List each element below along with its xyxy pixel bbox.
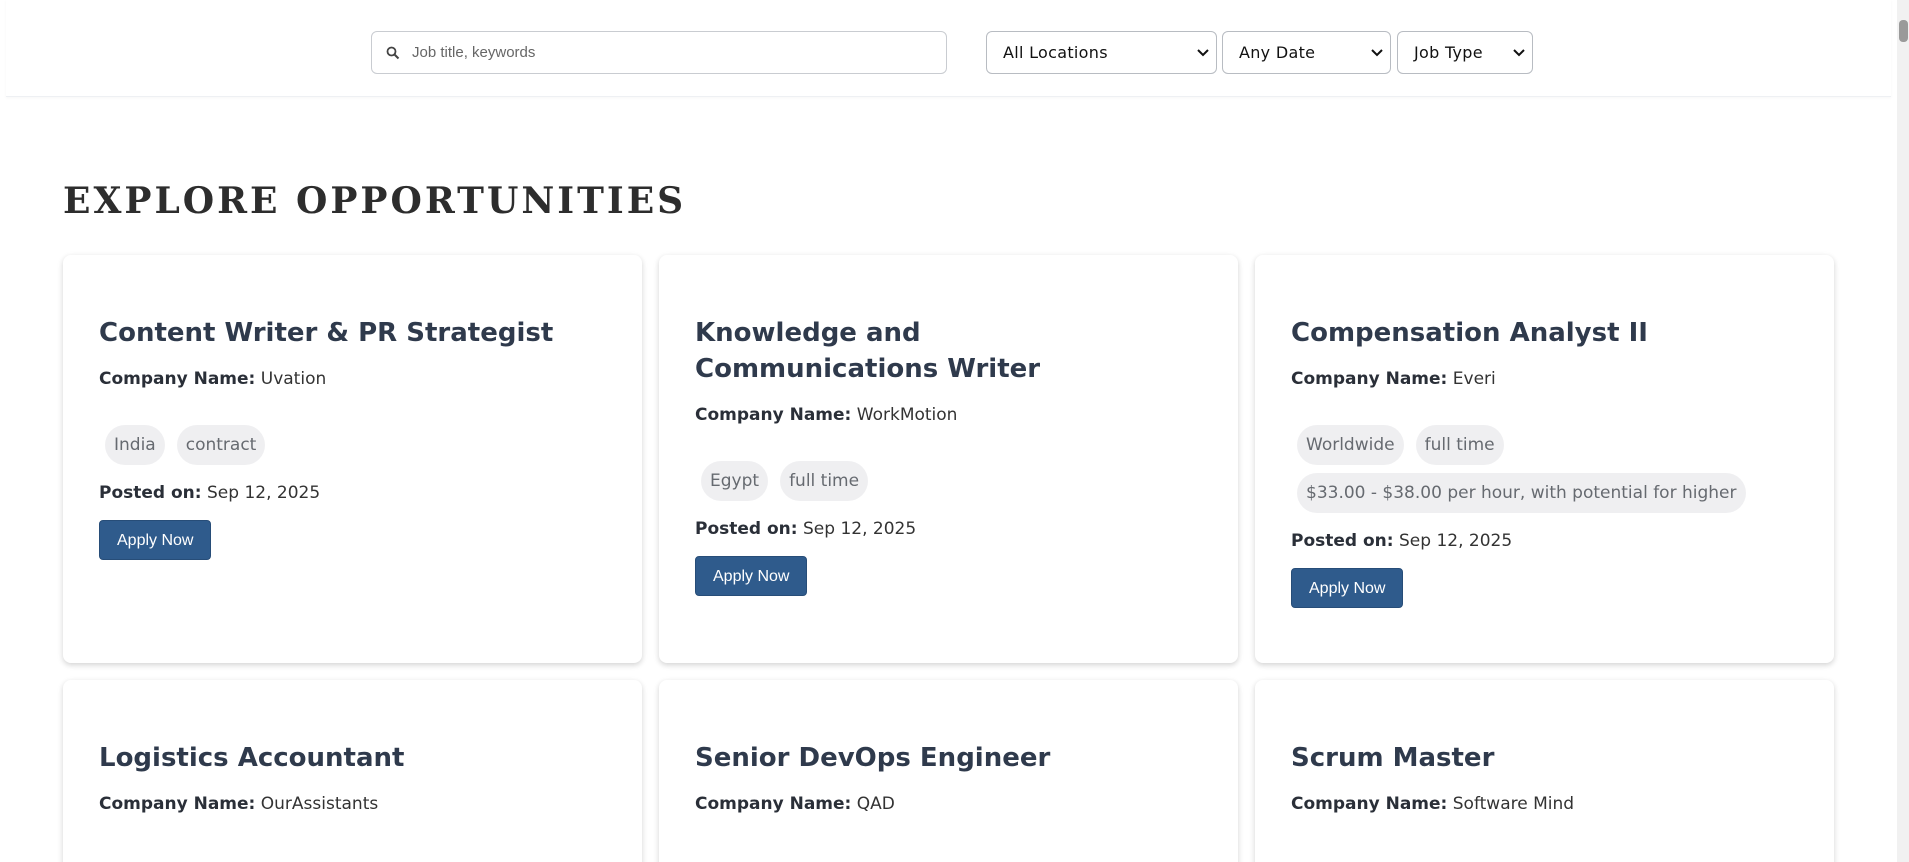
- company-label: Company Name:: [1291, 794, 1448, 814]
- company-name: Everi: [1452, 369, 1496, 389]
- job-card: Content Writer & PR Strategist Company N…: [63, 255, 642, 663]
- posted-date: Sep 12, 2025: [207, 483, 321, 503]
- location-select[interactable]: All Locations: [986, 31, 1217, 74]
- posted-line: Posted on: Sep 12, 2025: [695, 519, 1202, 539]
- location-tag: Worldwide: [1297, 425, 1404, 465]
- job-type-select[interactable]: Job Type: [1397, 31, 1533, 74]
- tag-list: India contract: [99, 425, 606, 465]
- location-select-value: All Locations: [1003, 43, 1108, 62]
- company-label: Company Name:: [695, 794, 852, 814]
- tag-list: Egypt full time: [695, 461, 1202, 501]
- salary-tag: $33.00 - $38.00 per hour, with potential…: [1297, 473, 1746, 513]
- posted-line: Posted on: Sep 12, 2025: [1291, 531, 1798, 551]
- company-label: Company Name:: [99, 369, 256, 389]
- filter-bar: All Locations Any Date Job Type: [6, 0, 1891, 97]
- company-line: Company Name: WorkMotion: [695, 405, 1202, 425]
- job-title: Content Writer & PR Strategist: [99, 318, 554, 348]
- search-input[interactable]: [412, 32, 946, 73]
- job-card: Logistics Accountant Company Name: OurAs…: [63, 680, 642, 862]
- company-line: Company Name: QAD: [695, 794, 1202, 814]
- job-type-select-value: Job Type: [1414, 43, 1483, 62]
- date-select[interactable]: Any Date: [1222, 31, 1391, 74]
- job-type-tag: full time: [1415, 425, 1504, 465]
- page-title: EXPLORE OPPORTUNITIES: [63, 180, 687, 222]
- search-icon: [386, 46, 400, 60]
- company-name: WorkMotion: [856, 405, 958, 425]
- job-card: Compensation Analyst II Company Name: Ev…: [1255, 255, 1834, 663]
- job-card: Scrum Master Company Name: Software Mind: [1255, 680, 1834, 862]
- location-tag: Egypt: [701, 461, 769, 501]
- job-card: Knowledge and Communications Writer Comp…: [659, 255, 1238, 663]
- company-line: Company Name: Software Mind: [1291, 794, 1798, 814]
- job-title: Scrum Master: [1291, 743, 1495, 773]
- chevron-down-icon: [1371, 46, 1383, 60]
- job-title: Logistics Accountant: [99, 743, 405, 773]
- apply-button[interactable]: Apply Now: [99, 520, 212, 560]
- date-select-value: Any Date: [1239, 43, 1316, 62]
- posted-line: Posted on: Sep 12, 2025: [99, 483, 606, 503]
- location-tag: India: [105, 425, 165, 465]
- posted-label: Posted on:: [99, 483, 202, 503]
- company-label: Company Name:: [1291, 369, 1448, 389]
- company-name: OurAssistants: [260, 794, 379, 814]
- job-type-tag: contract: [176, 425, 266, 465]
- company-name: QAD: [856, 794, 895, 814]
- posted-label: Posted on:: [1291, 531, 1394, 551]
- company-name: Uvation: [260, 369, 327, 389]
- posted-date: Sep 12, 2025: [1399, 531, 1513, 551]
- apply-button[interactable]: Apply Now: [695, 556, 808, 596]
- company-name: Software Mind: [1452, 794, 1575, 814]
- apply-button[interactable]: Apply Now: [1291, 568, 1404, 608]
- scrollbar[interactable]: [1897, 0, 1909, 862]
- job-type-tag: full time: [780, 461, 869, 501]
- company-line: Company Name: Uvation: [99, 369, 606, 389]
- job-title: Compensation Analyst II: [1291, 318, 1648, 348]
- job-title: Senior DevOps Engineer: [695, 743, 1051, 773]
- search-box[interactable]: [371, 31, 947, 74]
- company-line: Company Name: OurAssistants: [99, 794, 606, 814]
- company-line: Company Name: Everi: [1291, 369, 1798, 389]
- job-title: Knowledge and Communications Writer: [695, 318, 1041, 384]
- company-label: Company Name:: [99, 794, 256, 814]
- job-card: Senior DevOps Engineer Company Name: QAD: [659, 680, 1238, 862]
- chevron-down-icon: [1513, 46, 1525, 60]
- posted-date: Sep 12, 2025: [803, 519, 917, 539]
- chevron-down-icon: [1197, 46, 1209, 60]
- company-label: Company Name:: [695, 405, 852, 425]
- scrollbar-thumb[interactable]: [1899, 20, 1908, 42]
- posted-label: Posted on:: [695, 519, 798, 539]
- tag-list: Worldwide full time $33.00 - $38.00 per …: [1291, 425, 1798, 513]
